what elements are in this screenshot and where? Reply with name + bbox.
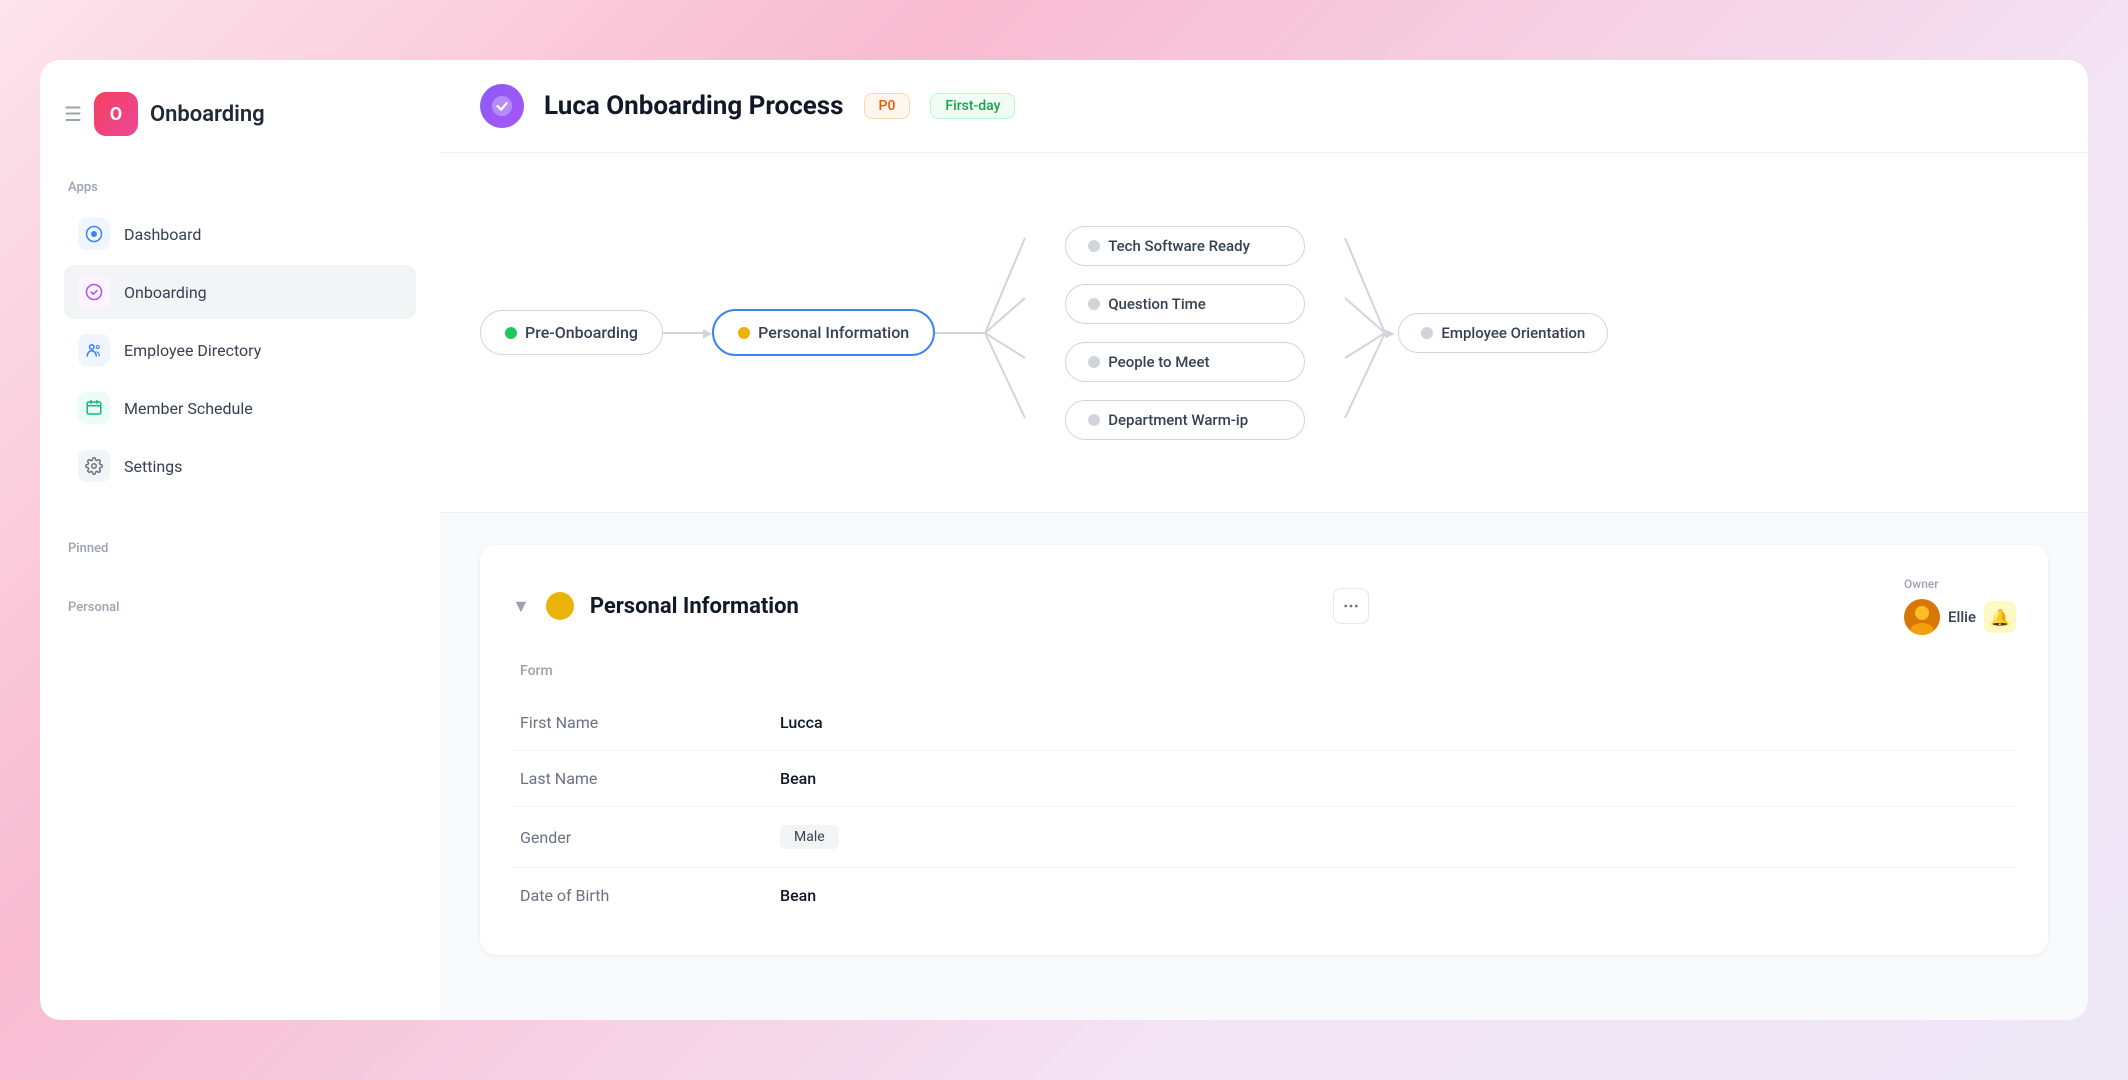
form-table: First Name Lucca Last Name Bean Gender M… <box>512 695 2016 923</box>
node-dot-green <box>505 327 517 339</box>
node-dot-orientation <box>1421 327 1433 339</box>
node-dot-department <box>1088 414 1100 426</box>
sidebar-nav: Dashboard Onboarding Employee Directory … <box>64 207 416 493</box>
field-value-gender[interactable]: Male <box>780 825 839 849</box>
detail-panel: ▼ Personal Information Owner Ellie <box>440 513 2088 1020</box>
detail-card: ▼ Personal Information Owner Ellie <box>480 545 2048 955</box>
field-value-dob[interactable]: Bean <box>780 886 816 905</box>
sidebar-item-member-schedule-label: Member Schedule <box>124 399 253 418</box>
flow-node-personal-info[interactable]: Personal Information <box>712 309 935 356</box>
detail-title: Personal Information <box>590 594 799 619</box>
onboarding-icon <box>78 276 110 308</box>
flow-diagram-area: Pre-Onboarding ▶ Personal Information <box>440 153 2088 513</box>
field-value-lastname[interactable]: Bean <box>780 769 816 788</box>
form-row-dob: Date of Birth Bean <box>512 868 2016 923</box>
connector-line-1 <box>663 332 703 334</box>
section-pinned-label: Pinned <box>64 541 416 556</box>
personal-section: Personal <box>64 592 416 627</box>
branch-svg-right <box>1305 193 1385 473</box>
process-check-icon <box>480 84 524 128</box>
flow-node-department-warmup[interactable]: Department Warm-ip <box>1065 400 1305 440</box>
form-row-lastname: Last Name Bean <box>512 751 2016 807</box>
detail-status-icon <box>546 592 574 620</box>
sidebar-item-employee-directory-label: Employee Directory <box>124 341 261 360</box>
arrow-2: ▶ <box>1385 326 1394 340</box>
sidebar-item-member-schedule[interactable]: Member Schedule <box>64 381 416 435</box>
flow-node-pre-onboarding[interactable]: Pre-Onboarding <box>480 310 663 355</box>
flow-node-question-time[interactable]: Question Time <box>1065 284 1305 324</box>
connector-line-2 <box>935 332 985 334</box>
owner-avatar <box>1904 599 1940 635</box>
dashboard-icon <box>78 218 110 250</box>
section-apps-label: Apps <box>64 180 416 195</box>
sidebar: ☰ O Onboarding Apps Dashboard Onboarding <box>40 60 440 1020</box>
app-logo: O <box>94 92 138 136</box>
form-row-gender: Gender Male <box>512 807 2016 868</box>
field-label-lastname: Last Name <box>520 769 780 788</box>
branch-svg-left <box>985 193 1065 473</box>
node-dot-tech <box>1088 240 1100 252</box>
badge-p0: P0 <box>864 93 911 119</box>
flow-node-employee-orientation[interactable]: Employee Orientation <box>1398 313 1608 353</box>
notification-bell-button[interactable]: 🔔 <box>1984 601 2016 633</box>
owner-label: Owner <box>1904 577 1939 591</box>
node-dot-yellow <box>738 327 750 339</box>
node-dot-question <box>1088 298 1100 310</box>
member-schedule-icon <box>78 392 110 424</box>
section-personal-label: Personal <box>64 600 416 615</box>
page-title: Luca Onboarding Process <box>544 91 844 121</box>
employee-directory-icon <box>78 334 110 366</box>
menu-icon[interactable]: ☰ <box>64 102 82 126</box>
flow-node-tech-software[interactable]: Tech Software Ready <box>1065 226 1305 266</box>
settings-icon <box>78 450 110 482</box>
collapse-chevron-icon[interactable]: ▼ <box>512 596 530 617</box>
form-row-firstname: First Name Lucca <box>512 695 2016 751</box>
field-label-dob: Date of Birth <box>520 886 780 905</box>
detail-menu-button[interactable] <box>1333 588 1369 624</box>
main-content: Luca Onboarding Process P0 First-day Pre… <box>440 60 2088 1020</box>
field-label-firstname: First Name <box>520 713 780 732</box>
owner-section: Owner Ellie 🔔 <box>1904 577 2016 635</box>
field-value-firstname[interactable]: Lucca <box>780 713 823 732</box>
sidebar-item-dashboard[interactable]: Dashboard <box>64 207 416 261</box>
sidebar-item-employee-directory[interactable]: Employee Directory <box>64 323 416 377</box>
badge-firstday: First-day <box>930 93 1015 119</box>
node-dot-people <box>1088 356 1100 368</box>
field-label-gender: Gender <box>520 828 780 847</box>
sidebar-header: ☰ O Onboarding <box>64 92 416 136</box>
sidebar-item-settings[interactable]: Settings <box>64 439 416 493</box>
sidebar-item-settings-label: Settings <box>124 457 182 476</box>
flow-node-people-to-meet[interactable]: People to Meet <box>1065 342 1305 382</box>
app-title: Onboarding <box>150 102 265 127</box>
sidebar-item-onboarding[interactable]: Onboarding <box>64 265 416 319</box>
branch-nodes: Tech Software Ready Question Time <box>1065 226 1305 440</box>
pinned-section: Pinned <box>64 533 416 568</box>
form-section-label: Form <box>512 663 2016 679</box>
sidebar-item-onboarding-label: Onboarding <box>124 283 207 302</box>
sidebar-item-dashboard-label: Dashboard <box>124 225 201 244</box>
arrow-1: ▶ <box>703 326 712 340</box>
owner-info: Ellie 🔔 <box>1904 599 2016 635</box>
main-header: Luca Onboarding Process P0 First-day <box>440 60 2088 153</box>
detail-header: ▼ Personal Information Owner Ellie <box>512 577 2016 635</box>
owner-name: Ellie <box>1948 608 1976 626</box>
